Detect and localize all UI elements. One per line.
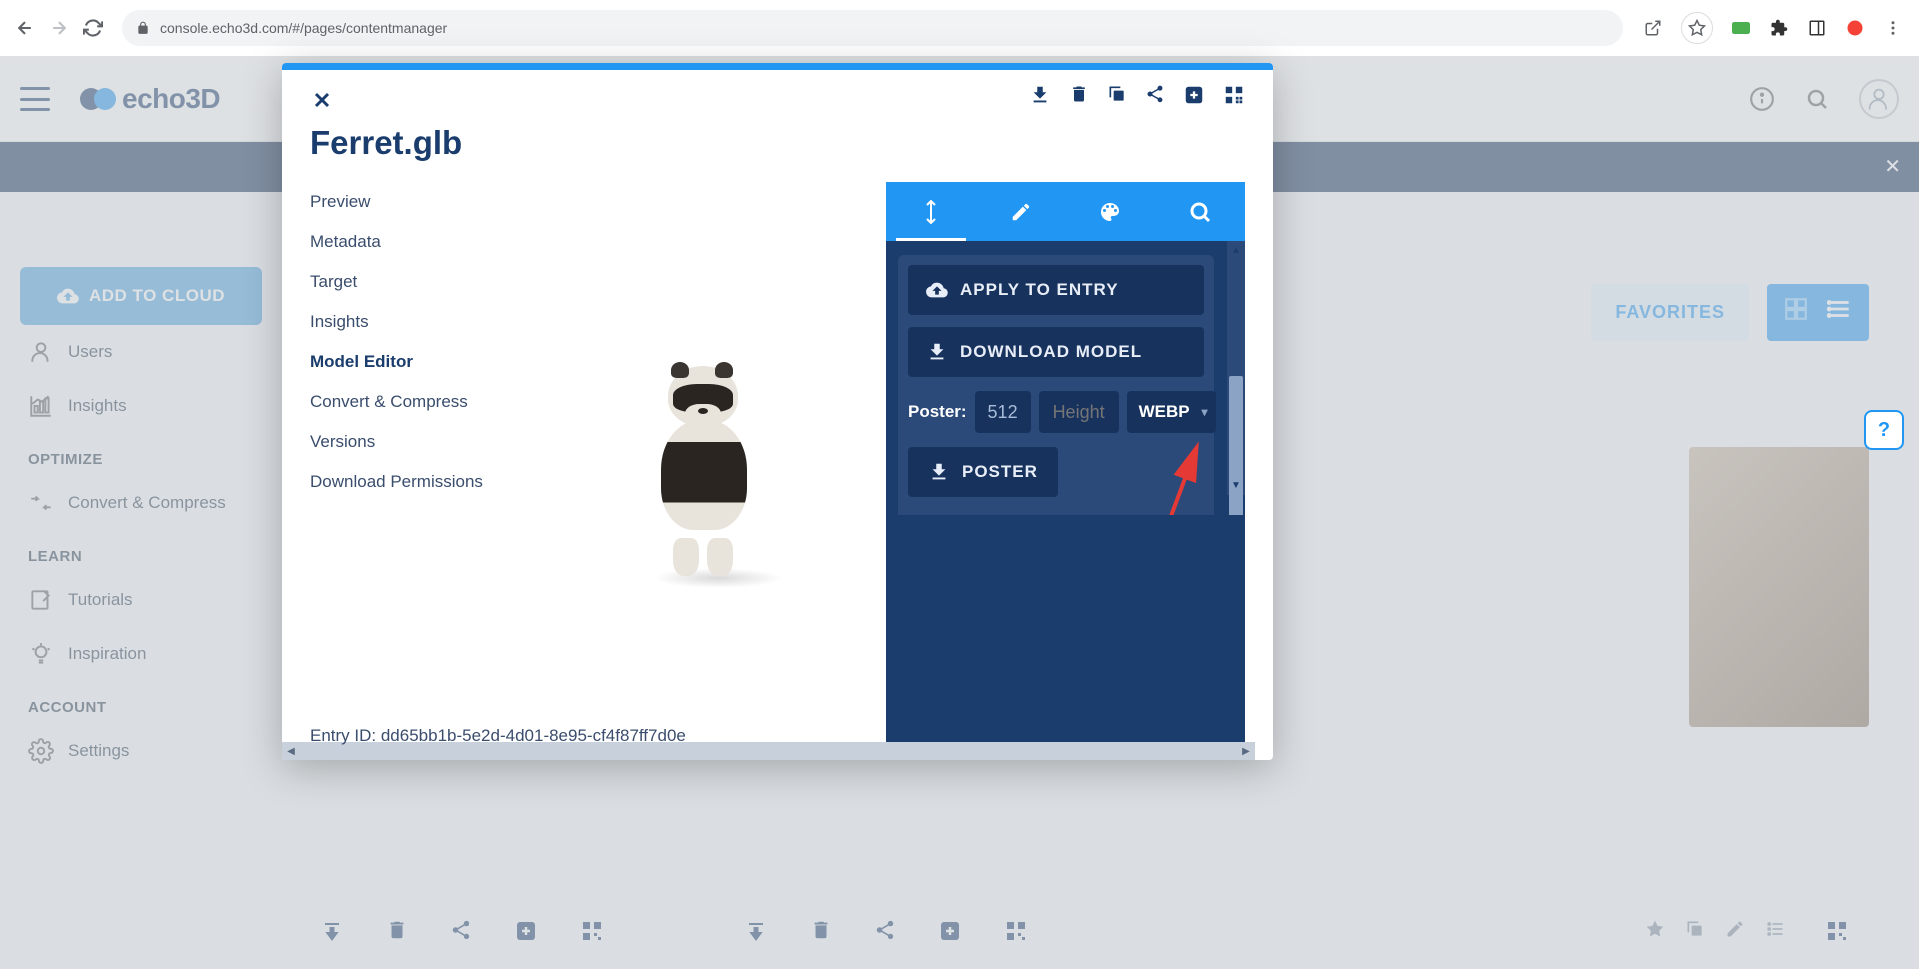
poster-height-input[interactable] [1039,391,1119,433]
tab-download-permissions[interactable]: Download Permissions [310,462,510,502]
editor-tab-edit[interactable] [976,182,1066,241]
modal-share-icon[interactable] [1145,84,1165,106]
poster-config-row: Poster: WEBP [908,391,1204,433]
editor-tab-search[interactable] [1155,182,1245,241]
nav-forward-button[interactable] [42,11,76,45]
tab-target[interactable]: Target [310,262,510,302]
modal-actions [1029,84,1245,106]
download-icon [926,341,948,363]
browser-chrome: console.echo3d.com/#/pages/contentmanage… [0,0,1919,57]
pencil-icon [1010,201,1032,223]
editor-tab-transform[interactable] [886,182,976,241]
modal-header [282,70,1273,112]
poster-label: Poster: [908,402,967,422]
modal-title: Ferret.glb [282,112,1273,182]
modal-tabs: Preview Metadata Target Insights Model E… [310,182,510,760]
cloud-icon [926,279,948,301]
modal-download-icon[interactable] [1029,84,1051,106]
editor-content: APPLY TO ENTRY DOWNLOAD MODEL Poster: WE… [886,241,1245,515]
editor-tab-palette[interactable] [1066,182,1156,241]
modal-close-button[interactable] [310,88,334,112]
browser-menu-icon[interactable] [1883,18,1903,38]
scroll-down-arrow[interactable]: ▼ [1227,477,1245,495]
modal-delete-icon[interactable] [1069,84,1089,106]
modal-qr-icon[interactable] [1223,84,1245,106]
tab-insights[interactable]: Insights [310,302,510,342]
browser-extensions [1635,12,1911,44]
download-icon [928,461,950,483]
modal-add-icon[interactable] [1183,84,1205,106]
poster-button[interactable]: POSTER [908,447,1058,497]
scroll-left-arrow[interactable]: ◀ [282,742,300,760]
tab-preview[interactable]: Preview [310,182,510,222]
search-icon [1188,200,1212,224]
vertical-scrollbar[interactable]: ▲ ▼ [1227,241,1245,495]
tab-versions[interactable]: Versions [310,422,510,462]
extensions-puzzle-icon[interactable] [1769,18,1789,38]
poster-width-input[interactable] [975,391,1031,433]
ext-green-icon[interactable] [1731,18,1751,38]
modal-accent-bar [282,63,1273,70]
help-button[interactable]: ? [1864,410,1904,450]
modal-body: Preview Metadata Target Insights Model E… [282,182,1273,760]
ferret-model [643,366,773,576]
palette-icon [1098,200,1122,224]
lock-icon [136,21,150,35]
scroll-right-arrow[interactable]: ▶ [1237,742,1255,760]
model-editor-panel: APPLY TO ENTRY DOWNLOAD MODEL Poster: WE… [886,182,1245,760]
model-preview-area[interactable] [510,182,886,760]
sidepanel-icon[interactable] [1807,18,1827,38]
share-page-icon[interactable] [1643,18,1663,38]
bookmark-star-icon[interactable] [1681,12,1713,44]
entry-id-text: Entry ID: dd65bb1b-5e2d-4d01-8e95-cf4f87… [310,726,686,746]
poster-format-select[interactable]: WEBP [1127,391,1216,433]
scroll-up-arrow[interactable]: ▲ [1227,241,1245,259]
modal-copy-icon[interactable] [1107,84,1127,106]
tab-metadata[interactable]: Metadata [310,222,510,262]
tab-convert-compress[interactable]: Convert & Compress [310,382,510,422]
url-text: console.echo3d.com/#/pages/contentmanage… [160,20,447,36]
asset-detail-modal: Ferret.glb Preview Metadata Target Insig… [282,63,1273,760]
nav-reload-button[interactable] [76,11,110,45]
nav-back-button[interactable] [8,11,42,45]
editor-tabs [886,182,1245,241]
download-model-button[interactable]: DOWNLOAD MODEL [908,327,1204,377]
tab-model-editor[interactable]: Model Editor [310,342,510,382]
apply-to-entry-button[interactable]: APPLY TO ENTRY [908,265,1204,315]
arrows-icon [919,200,943,224]
url-bar[interactable]: console.echo3d.com/#/pages/contentmanage… [122,10,1623,46]
ext-orange-icon[interactable] [1845,18,1865,38]
